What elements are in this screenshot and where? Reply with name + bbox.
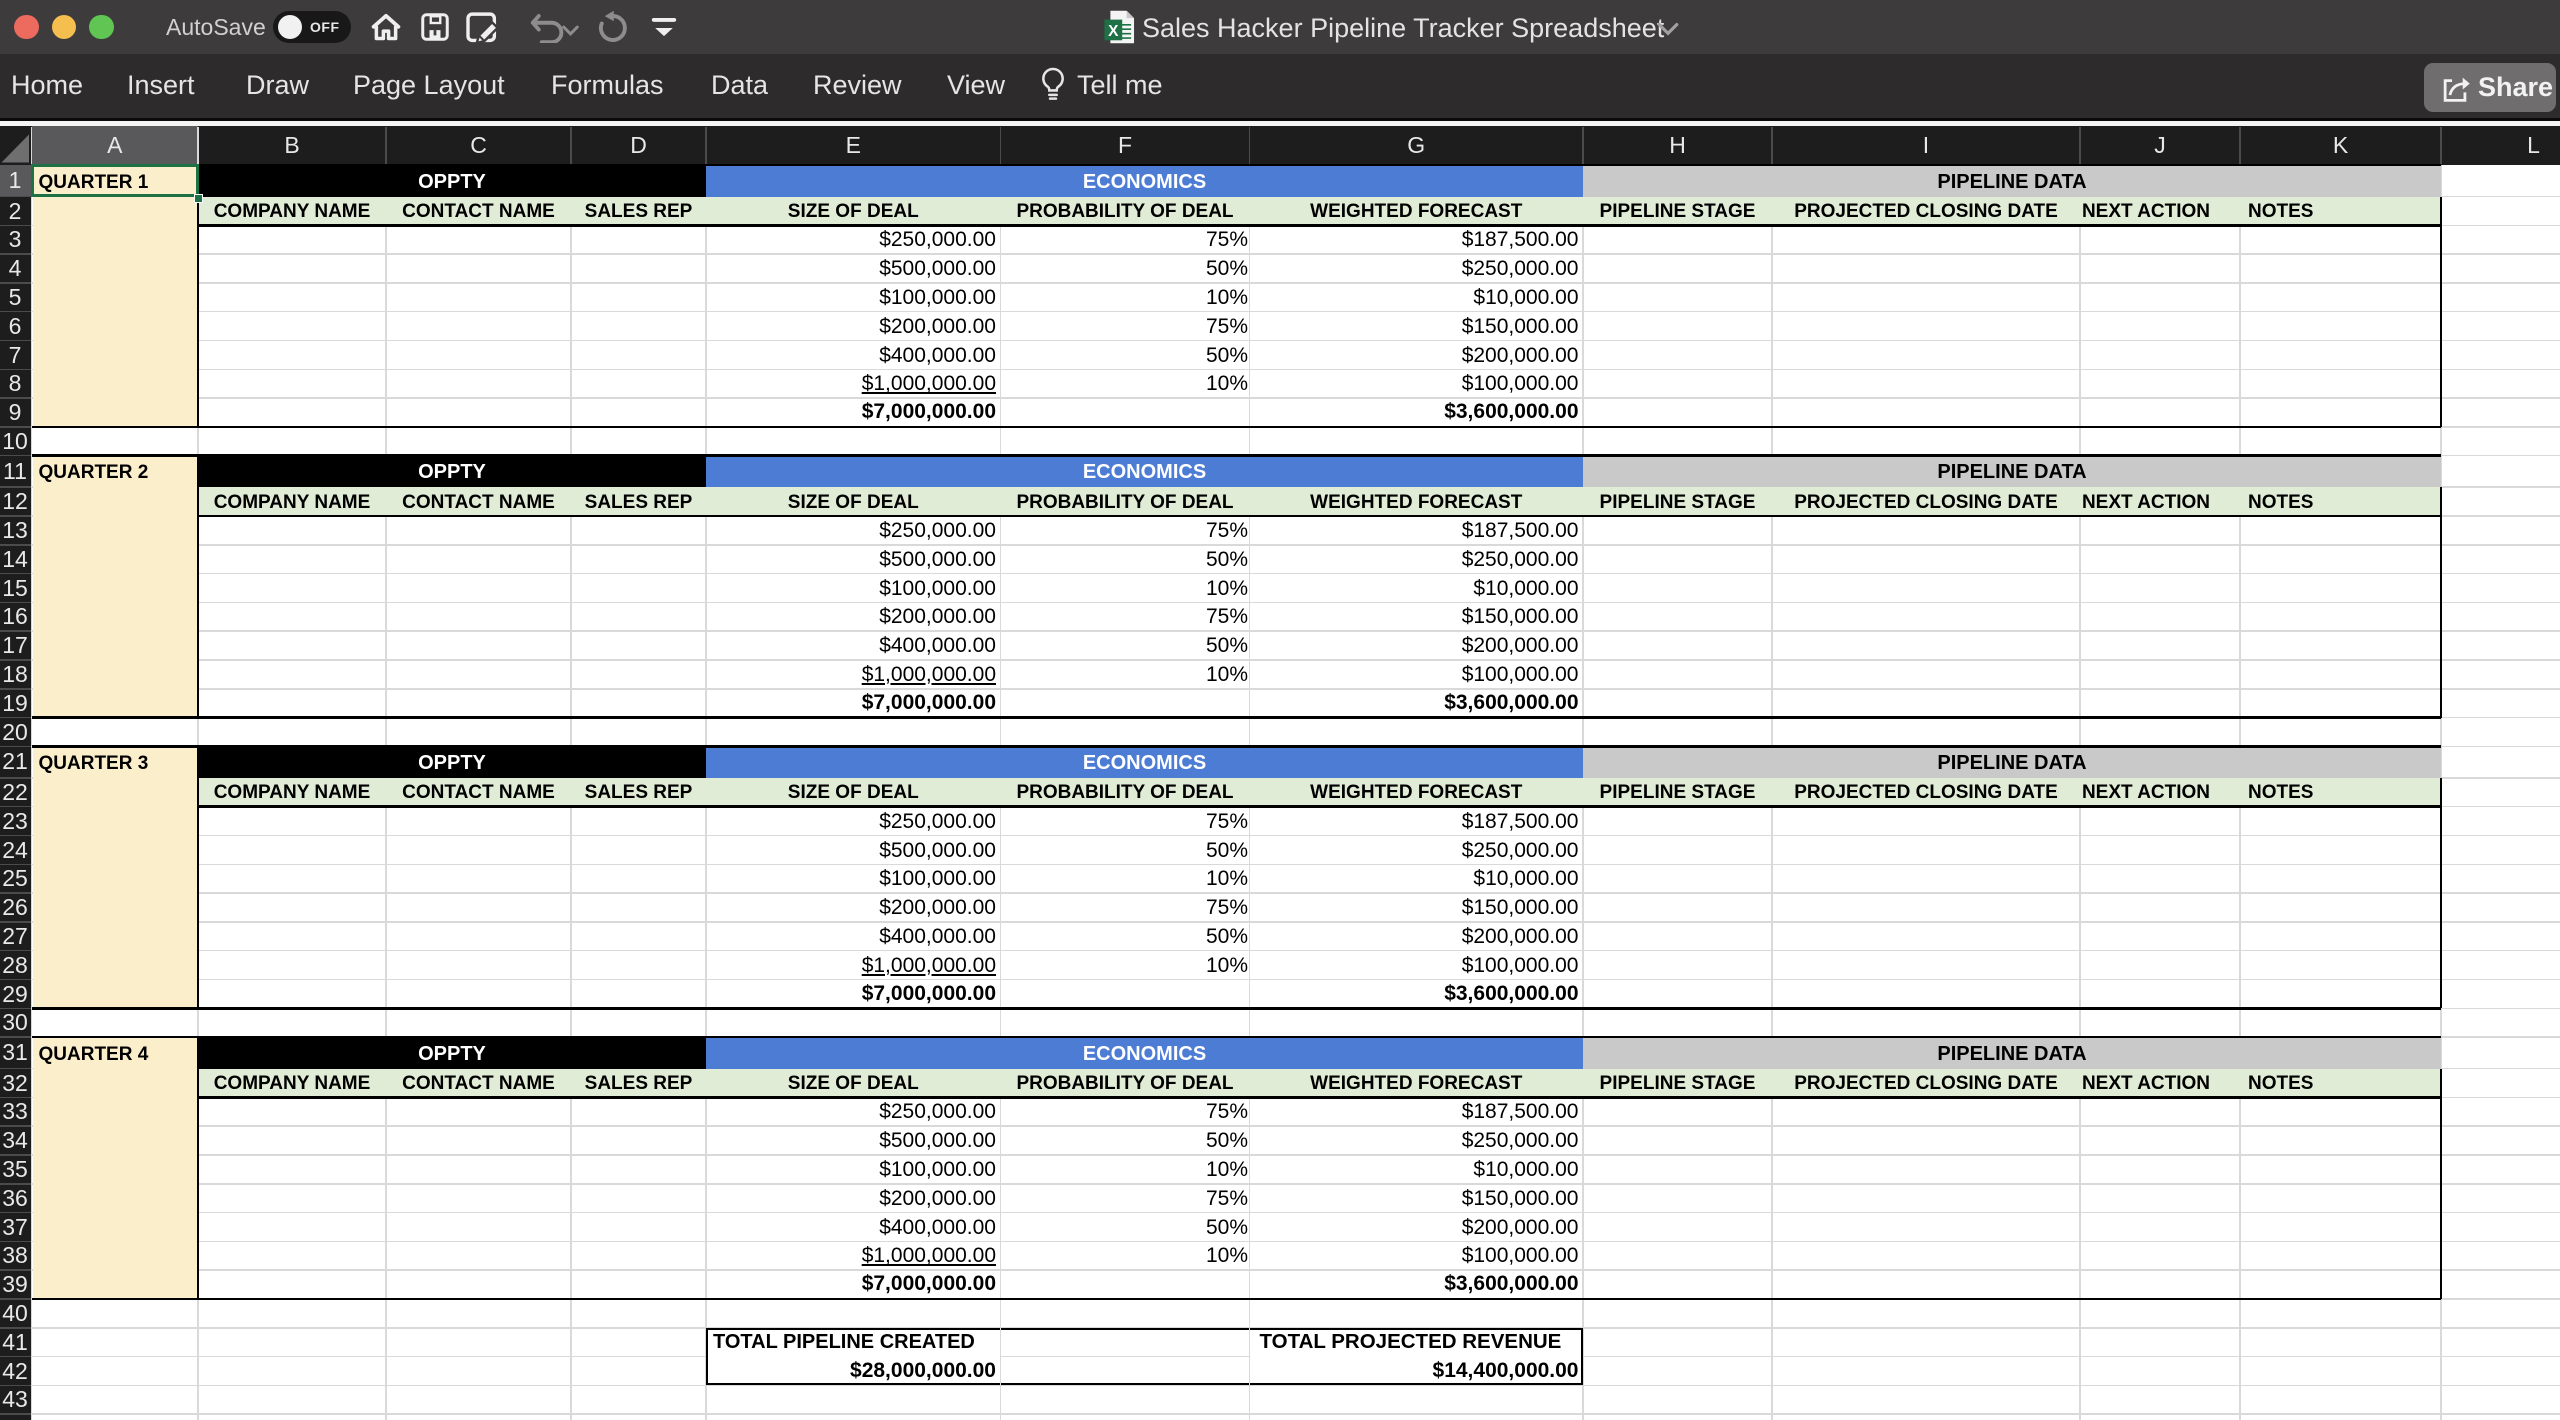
svg-text:X: X <box>1108 23 1119 40</box>
